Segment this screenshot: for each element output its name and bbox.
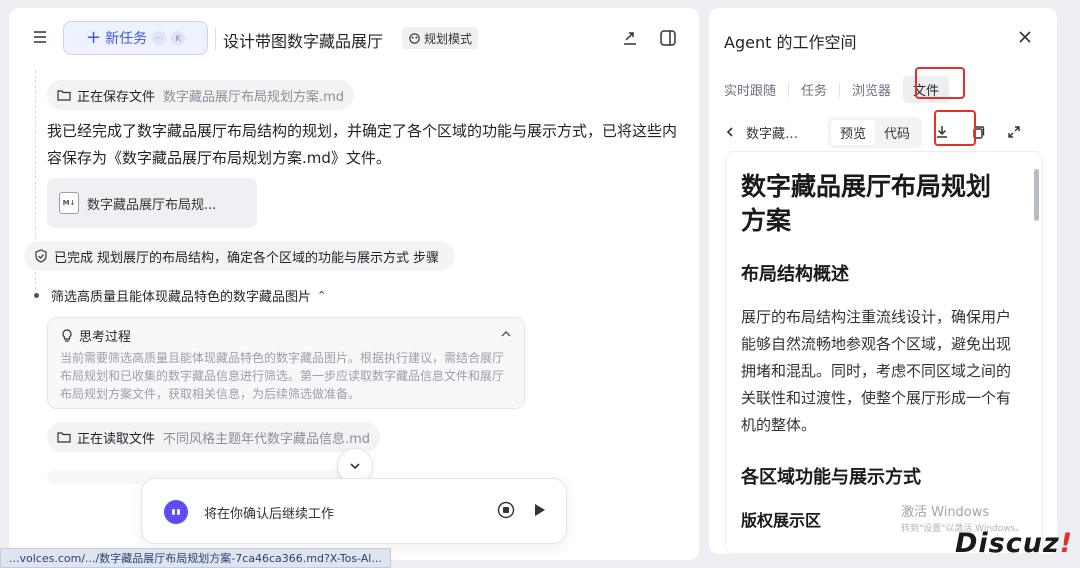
new-task-button[interactable]: + 新任务 ··· K: [63, 21, 208, 55]
mode-badge-label: 规划模式: [424, 31, 473, 46]
doc-title: 数字藏品展厅布局规划方案: [741, 172, 992, 235]
plus-icon: +: [86, 27, 102, 48]
tab-tasks[interactable]: 任务: [789, 80, 839, 99]
lightbulb-icon: [62, 328, 72, 342]
step-bullet: [34, 293, 39, 298]
thinking-body: 当前需要筛选高质量且能体现藏品特色的数字藏品图片。根据执行建议，需结合展厅布局规…: [60, 351, 505, 401]
saving-label: 正在保存文件: [77, 89, 156, 105]
workspace-title: Agent 的工作空间: [724, 33, 857, 52]
planner-icon: [409, 32, 420, 44]
share-icon[interactable]: [621, 29, 639, 47]
completed-prefix: 已完成: [54, 250, 94, 266]
reading-label: 正在读取文件: [77, 431, 156, 447]
chevron-up-icon[interactable]: ⌃: [317, 289, 326, 302]
file-card-name: 数字藏品展厅布局规...: [87, 197, 217, 213]
assistant-message: 我已经完成了数字藏品展厅布局结构的规划，并确定了各个区域的功能与展示方式，已将这…: [47, 122, 678, 167]
new-task-label: 新任务: [105, 31, 148, 47]
check-shield-icon: [35, 249, 47, 263]
highlight-files-tab: [915, 67, 965, 99]
open-file-name: 数字藏品展厅布局规划方案.md: [746, 126, 806, 142]
discuz-bang: !: [1059, 528, 1074, 559]
chevron-down-icon: [350, 463, 360, 470]
stop-icon[interactable]: [497, 501, 515, 519]
collapse-chevron-icon[interactable]: [500, 328, 512, 344]
mode-badge: 规划模式: [402, 27, 479, 49]
file-toolbar: 数字藏品展厅布局规划方案.md 预览 代码: [724, 116, 1044, 148]
folder-icon: [57, 432, 71, 443]
file-card[interactable]: M↓ 数字藏品展厅布局规...: [47, 178, 257, 228]
close-icon[interactable]: [1017, 29, 1033, 45]
doc-paragraph: 展厅的布局结构注重流线设计，确保用户能够自然流畅地参观各个区域，避免出现拥堵和混…: [741, 308, 1012, 434]
folder-icon: [57, 90, 71, 101]
current-step-text: 筛选高质量且能体现藏品特色的数字藏品图片: [51, 290, 312, 305]
discuz-logo: Discuz!: [955, 528, 1073, 559]
completed-step[interactable]: 已完成 规划展厅的布局结构，确定各个区域的功能与展示方式 步骤: [24, 241, 456, 271]
menu-icon[interactable]: [31, 28, 49, 46]
saving-filename: 数字藏品展厅布局规划方案.md: [163, 89, 345, 105]
task-title: 设计带图数字藏品展厅: [223, 32, 384, 51]
header-divider: [215, 28, 216, 50]
chat-input-box[interactable]: 将在你确认后继续工作: [141, 478, 567, 544]
shortcut-key-a: ···: [152, 31, 167, 45]
chat-panel: + 新任务 ··· K 设计带图数字藏品展厅 规划模式 正在保存文件 数字藏品展…: [9, 8, 699, 560]
thinking-card: 思考过程 当前需要筛选高质量且能体现藏品特色的数字藏品图片。根据执行建议，需结合…: [47, 317, 525, 409]
back-chevron-icon[interactable]: [724, 126, 736, 138]
preview-tab[interactable]: 预览: [831, 119, 876, 145]
reading-file-chip[interactable]: 正在读取文件 不同风格主题年代数字藏品信息.md: [47, 422, 381, 452]
reading-filename: 不同风格主题年代数字藏品信息.md: [163, 431, 371, 447]
completed-suffix: 步骤: [413, 250, 440, 266]
tab-browser[interactable]: 浏览器: [840, 80, 903, 99]
workspace-panel: Agent 的工作空间 实时跟随 任务 浏览器 文件 数字藏品展厅布局规划方案.…: [709, 8, 1057, 554]
discuz-text: Discuz: [955, 528, 1060, 559]
highlight-download-button: [934, 110, 976, 146]
doc-scrollbar[interactable]: [1034, 169, 1039, 221]
thinking-title: 思考过程: [79, 330, 132, 345]
shortcut-key-b: K: [171, 31, 186, 45]
send-icon[interactable]: [530, 501, 548, 519]
watermark-line1: 激活 Windows: [901, 505, 990, 520]
current-step[interactable]: 筛选高质量且能体现藏品特色的数字藏品图片 ⌃: [34, 286, 326, 305]
tab-live-follow[interactable]: 实时跟随: [724, 80, 788, 99]
saving-file-chip[interactable]: 正在保存文件 数字藏品展厅布局规划方案.md: [47, 80, 355, 110]
code-tab[interactable]: 代码: [875, 120, 919, 145]
toggle-panel-icon[interactable]: [659, 29, 677, 47]
doc-section-heading: 各区域功能与展示方式: [741, 467, 921, 488]
chat-input-placeholder[interactable]: 将在你确认后继续工作: [204, 503, 334, 522]
markdown-file-icon: M↓: [59, 192, 79, 214]
view-toggle: 预览 代码: [828, 116, 923, 148]
expand-icon[interactable]: [1006, 124, 1022, 140]
completed-text: 规划展厅的布局结构，确定各个区域的功能与展示方式: [97, 250, 410, 266]
doc-section-heading: 布局结构概述: [741, 264, 849, 285]
document-preview[interactable]: 数字藏品展厅布局规划方案 布局结构概述 展厅的布局结构注重流线设计，确保用户能够…: [725, 151, 1043, 554]
agent-avatar: [164, 500, 188, 524]
link-status-bar: ...volces.com/.../数字藏品展厅布局规划方案-7ca46ca36…: [0, 548, 391, 568]
